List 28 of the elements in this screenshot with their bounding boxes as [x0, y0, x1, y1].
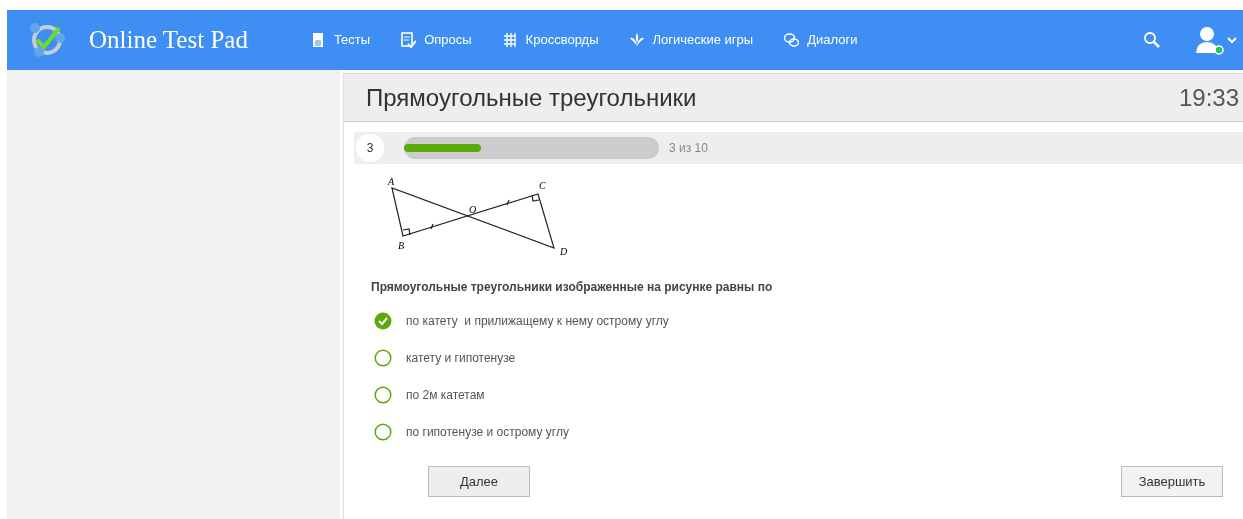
finish-button[interactable]: Завершить — [1121, 466, 1223, 497]
answer-option[interactable]: по 2м катетам — [374, 386, 1243, 404]
chat-bubbles-icon — [783, 32, 800, 48]
point-label: C — [539, 180, 546, 191]
point-label: D — [560, 246, 568, 257]
answer-option[interactable]: по гипотенузе и острому углу — [374, 423, 1243, 441]
progress-text: 3 из 10 — [669, 140, 708, 157]
point-label: O — [469, 204, 477, 215]
radio-button-icon[interactable] — [374, 349, 392, 367]
logo-icon[interactable] — [27, 22, 67, 58]
search-icon[interactable] — [1143, 31, 1161, 49]
radio-checked-icon[interactable] — [374, 312, 392, 330]
question-number-badge: 3 — [356, 134, 384, 162]
next-button[interactable]: Далее — [428, 466, 530, 497]
point-label: B — [398, 240, 405, 251]
leaf-icon — [628, 32, 645, 48]
radio-button-icon[interactable] — [374, 386, 392, 404]
answer-option[interactable]: по катету и прилижащему к нему острому углу — [374, 312, 1243, 330]
test-title: Прямоугольные треугольники — [366, 82, 697, 113]
grid-icon — [501, 32, 518, 48]
timer: 19:33 — [1178, 82, 1239, 113]
point-label: A — [388, 176, 395, 187]
radio-button-icon[interactable] — [374, 423, 392, 441]
answer-option[interactable]: катету и гипотенузе — [374, 349, 1243, 367]
dropdown-chevron-icon[interactable] — [1227, 36, 1237, 44]
user-avatar-icon[interactable] — [1195, 25, 1225, 55]
question-text: Прямоугольные треугольники изображенные на рисунке равны по — [371, 279, 774, 296]
checklist-icon — [400, 32, 417, 48]
